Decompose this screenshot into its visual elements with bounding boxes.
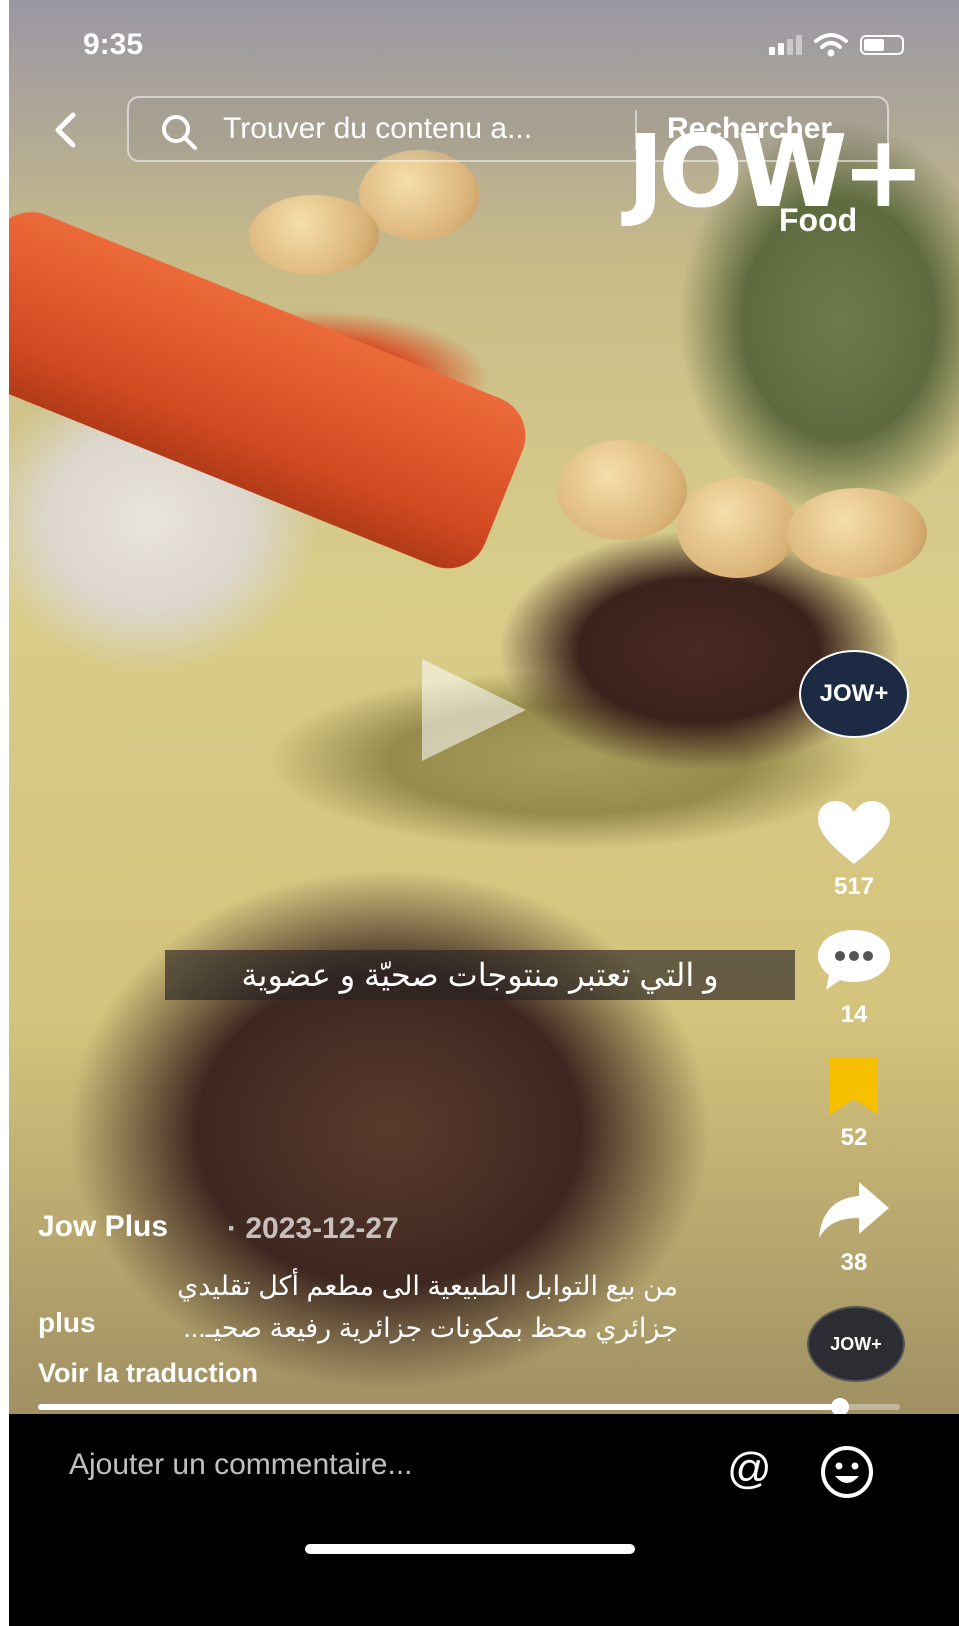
- caption-line-1: من بيع التوابل الطبيعية الى مطعم أكل تقل…: [177, 1271, 678, 1301]
- avatar-label: JOW+: [819, 680, 889, 707]
- video-progress-bar[interactable]: [38, 1398, 900, 1416]
- post-date: · 2023-12-27: [227, 1212, 399, 1245]
- mention-button[interactable]: @: [727, 1444, 772, 1494]
- creator-avatar[interactable]: JOW+: [799, 650, 909, 738]
- brand-watermark: JOW+ Food: [627, 122, 927, 252]
- comment-button[interactable]: 14: [799, 928, 909, 1029]
- share-count: 38: [840, 1249, 868, 1276]
- translate-link[interactable]: Voir la traduction: [38, 1358, 258, 1389]
- play-button[interactable]: [414, 655, 534, 770]
- wifi-icon: [814, 33, 848, 57]
- author-name[interactable]: Jow Plus: [38, 1210, 168, 1244]
- like-button[interactable]: 517: [799, 800, 909, 901]
- caption-line-2: جزائري محظ بمكونات جزائرية رفيعة صحيـ...: [183, 1313, 678, 1343]
- heart-icon: [818, 801, 890, 864]
- see-more-link[interactable]: plus: [38, 1307, 96, 1339]
- status-icons: [769, 32, 904, 58]
- bookmark-icon: [830, 1057, 878, 1115]
- save-button[interactable]: 52: [799, 1055, 909, 1152]
- brand-logo: JOW+: [627, 113, 925, 230]
- chickpea: [557, 440, 687, 540]
- status-time: 9:35: [83, 28, 144, 61]
- like-count: 517: [833, 873, 875, 900]
- music-disc-label: JOW+: [830, 1333, 882, 1354]
- share-arrow-icon: [819, 1182, 889, 1238]
- search-input[interactable]: Trouver du contenu a...: [223, 112, 532, 146]
- status-bar: 9:35: [9, 0, 959, 90]
- comment-bar: Ajouter un commentaire... @: [9, 1414, 959, 1626]
- brand-subtitle: Food: [779, 202, 858, 238]
- signal-icon: [769, 35, 802, 55]
- back-button[interactable]: [41, 105, 91, 155]
- comment-bubble-icon: [818, 930, 890, 990]
- emoji-button[interactable]: [819, 1444, 875, 1505]
- share-button[interactable]: 38: [799, 1180, 909, 1277]
- chickpea: [249, 195, 379, 275]
- music-disc[interactable]: JOW+: [807, 1306, 905, 1382]
- chevron-left-icon: [55, 112, 76, 148]
- video-screen[interactable]: 9:35 Trouver du contenu a... Rechercher: [9, 0, 959, 1626]
- chickpea: [677, 478, 797, 578]
- play-icon: [422, 659, 526, 761]
- save-count: 52: [840, 1124, 868, 1151]
- home-indicator: [305, 1544, 635, 1554]
- search-icon: [162, 115, 197, 150]
- post-caption[interactable]: من بيع التوابل الطبيعية الى مطعم أكل تقل…: [38, 1265, 678, 1349]
- progress-fill: [38, 1404, 840, 1410]
- comment-count: 14: [840, 1001, 868, 1028]
- video-subtitle: و التي تعتبر منتوجات صحيّة و عضوية: [165, 950, 795, 1000]
- comment-input[interactable]: Ajouter un commentaire...: [69, 1448, 413, 1482]
- battery-icon: [860, 35, 904, 55]
- smiley-icon: [821, 1446, 873, 1498]
- chickpea: [787, 488, 927, 578]
